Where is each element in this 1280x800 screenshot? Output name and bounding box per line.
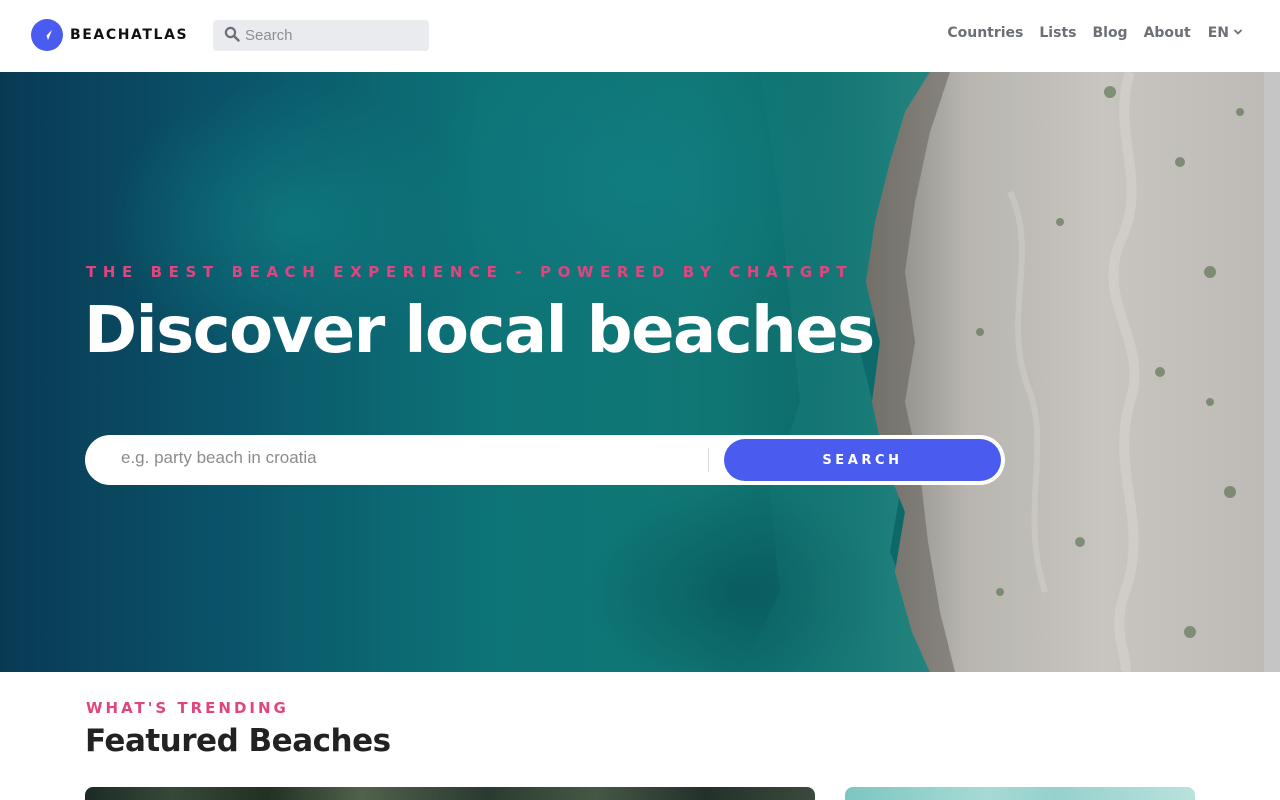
header-search[interactable] (213, 20, 429, 51)
hero-background-image (0, 72, 1264, 672)
language-label: EN (1207, 25, 1229, 41)
hero-search-bar: SEARCH (85, 435, 1005, 485)
chevron-down-icon (1229, 25, 1243, 41)
header-search-input[interactable] (245, 27, 415, 44)
nav-about[interactable]: About (1144, 25, 1191, 41)
page-scrollbar[interactable] (1264, 72, 1280, 672)
nav-countries[interactable]: Countries (947, 25, 1023, 41)
nav-blog[interactable]: Blog (1092, 25, 1127, 41)
featured-beach-card[interactable] (85, 787, 815, 800)
hero-search-input[interactable] (121, 448, 681, 468)
featured-beach-card[interactable] (845, 787, 1195, 800)
nav-lists[interactable]: Lists (1039, 25, 1076, 41)
brand-logo[interactable]: BEACHATLAS (31, 19, 188, 51)
hero-title: Discover local beaches (84, 294, 875, 368)
hero-banner: THE BEST BEACH EXPERIENCE - POWERED BY C… (0, 72, 1264, 672)
search-icon (224, 26, 240, 46)
hero-search-button[interactable]: SEARCH (724, 439, 1001, 481)
compass-icon (31, 19, 63, 51)
search-divider (708, 448, 709, 472)
site-header: BEACHATLAS Countries Lists Blog About EN (0, 0, 1280, 72)
trending-kicker: WHAT'S TRENDING (86, 699, 289, 717)
featured-title: Featured Beaches (85, 723, 391, 759)
main-nav: Countries Lists Blog About EN (931, 25, 1243, 41)
brand-name: BEACHATLAS (70, 27, 189, 43)
hero-tagline: THE BEST BEACH EXPERIENCE - POWERED BY C… (86, 263, 854, 281)
language-selector[interactable]: EN (1208, 25, 1243, 41)
